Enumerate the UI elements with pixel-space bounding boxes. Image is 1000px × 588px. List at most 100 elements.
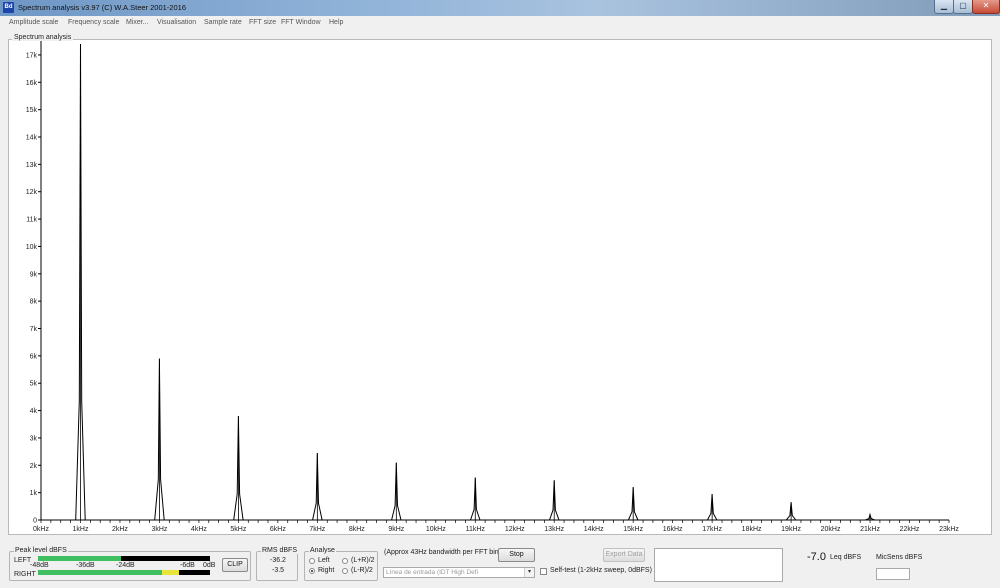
y-tick-label: 4k xyxy=(30,408,38,415)
y-tick-label: 1k xyxy=(30,490,38,497)
stop-button[interactable]: Stop xyxy=(498,548,535,562)
x-tick-label: 4kHz xyxy=(191,526,207,533)
y-tick-label: 17k xyxy=(26,52,38,59)
x-tick-label: 2kHz xyxy=(112,526,128,533)
rms-group: RMS dBFS xyxy=(256,547,299,581)
y-tick-label: 0 xyxy=(33,518,37,525)
x-tick-label: 6kHz xyxy=(270,526,286,533)
chevron-down-icon[interactable]: ▾ xyxy=(524,568,534,577)
menu-mixer[interactable]: Mixer... xyxy=(126,19,149,26)
left-meter-fill xyxy=(38,556,121,561)
x-tick-label: 16kHz xyxy=(663,526,683,533)
y-tick-label: 8k xyxy=(30,299,38,306)
analyse-sum-label: (L+R)/2 xyxy=(351,557,375,564)
x-tick-label: 23kHz xyxy=(939,526,959,533)
analyse-right-radio[interactable] xyxy=(309,568,315,574)
menu-sample-rate[interactable]: Sample rate xyxy=(204,19,242,26)
menu-amplitude-scale[interactable]: Amplitude scale xyxy=(9,19,58,26)
rms-title: RMS dBFS xyxy=(261,547,299,554)
y-tick-label: 16k xyxy=(26,80,38,87)
analyse-left-radio[interactable] xyxy=(309,558,315,564)
input-device-select[interactable]: Línea de entrada (IDT High Defi ▾ xyxy=(383,567,535,578)
title-bar: Bd Spectrum analysis v3.97 (C) W.A.Steer… xyxy=(0,0,1000,16)
spectrum-trace xyxy=(41,43,949,521)
menu-fft-window[interactable]: FFT Window xyxy=(281,19,321,26)
analyse-diff-label: (L-R)/2 xyxy=(351,567,373,574)
y-tick-label: 6k xyxy=(30,353,38,360)
clip-indicator[interactable]: CLIP xyxy=(222,558,248,572)
output-textbox[interactable] xyxy=(654,548,783,582)
x-tick-label: 22kHz xyxy=(900,526,920,533)
menu-visualisation[interactable]: Visualisation xyxy=(157,19,196,26)
y-tick-label: 3k xyxy=(30,435,38,442)
scale-label-36db: -36dB xyxy=(76,562,95,569)
micsens-label: MicSens dBFS xyxy=(876,554,923,561)
x-tick-label: 11kHz xyxy=(466,526,486,533)
y-tick-label: 12k xyxy=(26,189,38,196)
menu-fft-size[interactable]: FFT size xyxy=(249,19,276,26)
x-tick-label: 14kHz xyxy=(584,526,604,533)
input-device-value: Línea de entrada (IDT High Defi xyxy=(386,569,479,576)
micsens-input[interactable] xyxy=(876,568,910,580)
y-tick-label: 5k xyxy=(30,381,38,388)
leq-value: -7.0 xyxy=(807,551,826,563)
bandwidth-info: (Approx 43Hz bandwidth per FFT bin) xyxy=(384,549,501,556)
analyse-group: Analyse xyxy=(304,547,378,581)
rms-left-value: -36.2 xyxy=(270,557,286,564)
right-meter-fill xyxy=(38,570,180,575)
analyse-left-label: Left xyxy=(318,557,330,564)
analyse-title: Analyse xyxy=(309,547,336,554)
menu-bar: Amplitude scale Frequency scale Mixer...… xyxy=(0,16,1000,31)
scale-label-48db: -48dB xyxy=(30,562,49,569)
x-tick-label: 0kHz xyxy=(33,526,49,533)
y-tick-label: 7k xyxy=(30,326,38,333)
maximize-button[interactable]: ▢ xyxy=(953,0,973,14)
spectrum-chart: 0 1k 2k 3k 4k 5k 6k 7k 8k 9k 10k 11k 12k 13k 14k 15k 16k… xyxy=(26,40,959,533)
analyse-right-label: Right xyxy=(318,567,335,574)
x-tick-label: 10kHz xyxy=(426,526,446,533)
right-channel-label: RIGHT xyxy=(14,571,36,578)
x-tick-label: 20kHz xyxy=(821,526,841,533)
x-tick-label: 19kHz xyxy=(781,526,801,533)
app-logo-icon[interactable]: Bd xyxy=(3,2,14,13)
x-tick-label: 8kHz xyxy=(349,526,365,533)
scale-label-0db: 0dB xyxy=(203,562,216,569)
window-title: Spectrum analysis v3.97 (C) W.A.Steer 20… xyxy=(18,3,186,12)
x-tick-label: 5kHz xyxy=(230,526,246,533)
peak-level-title: Peak level dBFS xyxy=(14,547,68,554)
analyse-diff-radio[interactable] xyxy=(342,568,348,574)
x-tick-label: 18kHz xyxy=(742,526,762,533)
menu-frequency-scale[interactable]: Frequency scale xyxy=(68,19,119,26)
y-tick-label: 15k xyxy=(26,107,38,114)
minimize-button[interactable]: ▁ xyxy=(934,0,954,14)
menu-help[interactable]: Help xyxy=(329,19,343,26)
x-tick-label: 21kHz xyxy=(860,526,880,533)
self-test-label: Self-test (1-2kHz sweep, 0dBFS) xyxy=(550,567,652,574)
x-tick-label: 9kHz xyxy=(388,526,404,533)
leq-label: Leq dBFS xyxy=(830,554,862,561)
x-tick-label: 7kHz xyxy=(309,526,325,533)
x-tick-label: 1kHz xyxy=(73,526,89,533)
y-tick-label: 9k xyxy=(30,271,38,278)
rms-right-value: -3.5 xyxy=(272,567,285,574)
y-tick-label: 13k xyxy=(26,162,38,169)
x-tick-label: 12kHz xyxy=(505,526,525,533)
scale-label-6db: -6dB xyxy=(180,562,195,569)
x-tick-label: 15kHz xyxy=(623,526,643,533)
export-data-button[interactable]: Export Data xyxy=(603,548,645,562)
x-tick-label: 3kHz xyxy=(151,526,167,533)
y-tick-label: 14k xyxy=(26,135,38,142)
close-button[interactable]: ✕ xyxy=(972,0,1000,14)
chart-legend: Spectrum analysis xyxy=(12,34,74,41)
x-tick-label: 17kHz xyxy=(702,526,722,533)
analyse-sum-radio[interactable] xyxy=(342,558,348,564)
spectrum-chart-frame: 0 1k 2k 3k 4k 5k 6k 7k 8k 9k 10k 11k 12k 13k 14k 15k 16k… xyxy=(8,39,992,535)
y-tick-label: 11k xyxy=(26,217,37,224)
self-test-checkbox[interactable] xyxy=(540,568,547,575)
right-peak-meter xyxy=(38,570,210,575)
left-channel-label: LEFT xyxy=(14,557,32,564)
x-tick-label: 13kHz xyxy=(544,526,564,533)
y-tick-label: 10k xyxy=(26,244,38,251)
y-tick-label: 2k xyxy=(30,463,38,470)
scale-label-24db: -24dB xyxy=(116,562,135,569)
